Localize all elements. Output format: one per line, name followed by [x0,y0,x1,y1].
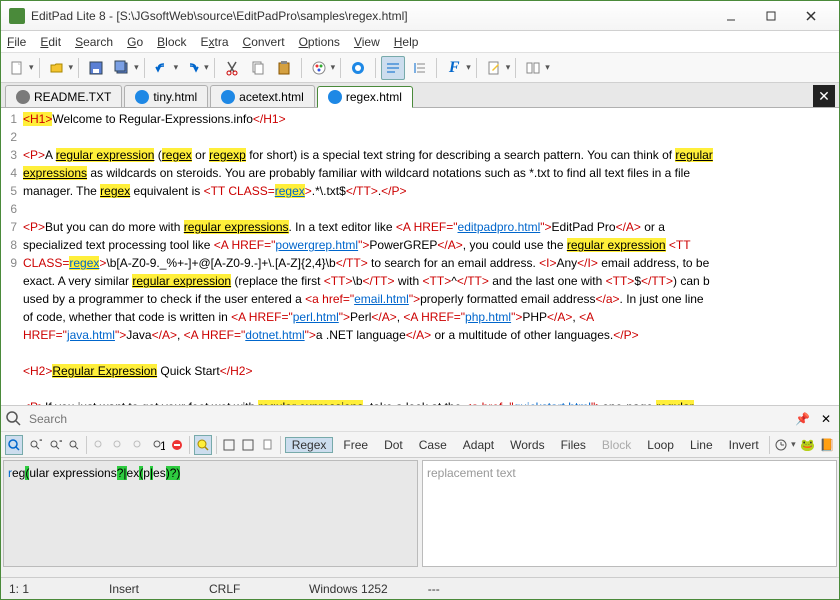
search-toolbar: + - 123 Regex Free Dot Case Adapt Words … [1,431,839,457]
menu-block[interactable]: Block [157,35,186,49]
adapt-option[interactable]: Adapt [457,438,500,452]
edit-doc-icon[interactable] [482,56,506,80]
history-icon[interactable] [773,435,789,455]
window-title: EditPad Lite 8 - [S:\JGsoftWeb\source\Ed… [31,9,711,23]
menu-file[interactable]: File [7,35,26,49]
close-search-icon[interactable]: ✕ [817,412,835,426]
menu-extra[interactable]: Extra [201,35,229,49]
font-icon[interactable]: F [442,56,466,80]
menu-options[interactable]: Options [299,35,340,49]
search-bar: 📌 ✕ [1,405,839,431]
search-input[interactable] [29,412,789,426]
file-icon [16,90,30,104]
minimize-button[interactable] [711,2,751,30]
find-first-icon[interactable] [5,435,23,455]
maximize-button[interactable] [751,2,791,30]
menu-go[interactable]: Go [127,35,143,49]
cancel-search-icon[interactable] [170,435,186,455]
menu-convert[interactable]: Convert [243,35,285,49]
status-bar: 1: 1 Insert CRLF Windows 1252 --- [1,577,839,599]
dot-option[interactable]: Dot [378,438,409,452]
svg-text:+: + [39,438,42,447]
pin-icon[interactable]: 📌 [795,412,811,426]
case-option[interactable]: Case [413,438,453,452]
regex-mode-button[interactable]: Regex [285,437,334,453]
highlight-toggle-icon[interactable] [194,435,212,455]
loop-option[interactable]: Loop [641,438,680,452]
tab-bar: README.TXT tiny.html acetext.html regex.… [1,83,839,107]
block-option: Block [596,438,637,452]
tab-label: tiny.html [153,90,197,104]
regex-input-pane[interactable]: reg(ular expressions?|ex(p|es)?) [3,460,418,567]
save-all-icon[interactable] [110,56,134,80]
words-option[interactable]: Words [504,438,550,452]
insert-mode[interactable]: Insert [109,582,169,596]
copy-icon[interactable] [246,56,270,80]
editor[interactable]: 123456789 <H1>Welcome to Regular-Express… [1,107,839,405]
files-option[interactable]: Files [555,438,592,452]
redo-icon[interactable] [180,56,204,80]
compare-icon[interactable] [521,56,545,80]
tab-label: acetext.html [239,90,304,104]
svg-text:123: 123 [160,439,165,452]
copy-matches-icon[interactable] [260,435,276,455]
list-icon[interactable]: 123 [150,435,166,455]
invert-option[interactable]: Invert [723,438,765,452]
code-area[interactable]: <H1>Welcome to Regular-Expressions.info<… [21,108,839,405]
highlight-all-icon[interactable] [66,435,82,455]
menu-search[interactable]: Search [75,35,113,49]
close-button[interactable] [791,2,831,30]
svg-text:-: - [59,438,62,447]
menu-bar: File Edit Search Go Block Extra Convert … [1,31,839,53]
open-file-icon[interactable] [45,56,69,80]
replace-placeholder: replacement text [427,466,516,480]
search-icon[interactable] [5,410,23,428]
menu-edit[interactable]: Edit [40,35,61,49]
app-icon [9,8,25,24]
replace-icon[interactable] [221,435,237,455]
file-icon [328,90,342,104]
line-option[interactable]: Line [684,438,719,452]
browser-icon[interactable] [346,56,370,80]
encoding[interactable]: Windows 1252 [309,582,388,596]
main-toolbar: ▾ ▾ ▾ ▾ ▾ ▾ F▾ ▾ ▾ [1,53,839,83]
undo-icon[interactable] [150,56,174,80]
wrap-lines-icon[interactable] [381,56,405,80]
free-mode-button[interactable]: Free [337,438,374,452]
cursor-position: 1: 1 [9,582,69,596]
find-next-icon[interactable]: + [27,435,43,455]
close-tab-button[interactable]: ✕ [813,85,835,107]
menu-help[interactable]: Help [394,35,419,49]
tab-label: regex.html [346,90,402,104]
tab-label: README.TXT [34,90,111,104]
save-icon[interactable] [84,56,108,80]
palette-icon[interactable] [307,56,331,80]
tab-acetext[interactable]: acetext.html [210,85,315,107]
help-icon[interactable]: 📙 [819,435,835,455]
replace-all-icon[interactable] [241,435,257,455]
eol-mode[interactable]: CRLF [209,582,269,596]
new-file-icon[interactable] [5,56,29,80]
count-icon[interactable] [111,435,127,455]
file-icon [135,90,149,104]
paste-icon[interactable] [272,56,296,80]
tab-readme[interactable]: README.TXT [5,85,122,107]
line-gutter: 123456789 [1,108,21,405]
cut-icon[interactable] [220,56,244,80]
status-extra: --- [428,582,488,596]
tab-regex[interactable]: regex.html [317,86,413,108]
file-icon [221,90,235,104]
find-prev-icon[interactable]: - [47,435,63,455]
tab-tiny[interactable]: tiny.html [124,85,208,107]
menu-view[interactable]: View [354,35,380,49]
replace-input-pane[interactable]: replacement text [422,460,837,567]
fold-icon[interactable] [130,435,146,455]
line-numbers-icon[interactable] [407,56,431,80]
find-all-icon[interactable] [91,435,107,455]
favorites-icon[interactable]: 🐸 [800,435,816,455]
